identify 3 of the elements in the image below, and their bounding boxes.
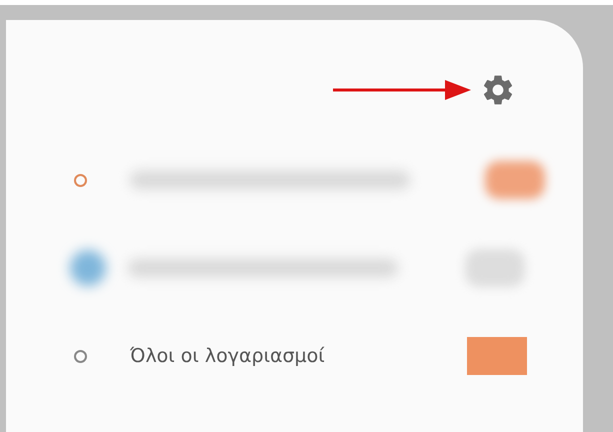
account-label[interactable]: Όλοι οι λογαριασμοί bbox=[130, 345, 325, 367]
redacted-badge bbox=[485, 161, 545, 199]
redacted-badge bbox=[467, 337, 527, 375]
